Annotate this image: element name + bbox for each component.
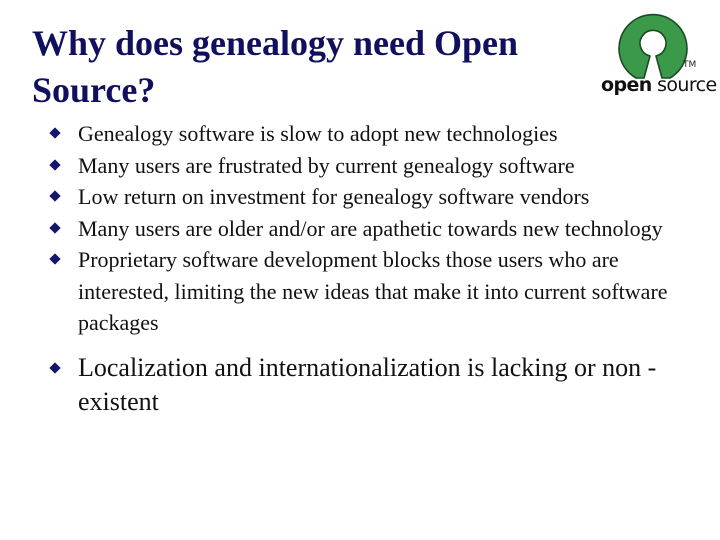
bullet-text: Many users are frustrated by current gen… xyxy=(78,152,575,178)
diamond-bullet-icon xyxy=(49,221,61,234)
bullet-text: Proprietary software development blocks … xyxy=(78,247,668,335)
bullet-text: Genealogy software is slow to adopt new … xyxy=(78,121,558,146)
bullet-item: Many users are frustrated by current gen… xyxy=(0,150,720,182)
diamond-bullet-icon xyxy=(49,190,61,202)
bullet-list: Genealogy software is slow to adopt new … xyxy=(0,118,720,419)
diamond-bullet-icon xyxy=(49,158,61,171)
bullet-text: Localization and internationalization is… xyxy=(78,352,657,416)
bullet-item: Low return on investment for genealogy s… xyxy=(0,181,720,213)
diamond-bullet-icon xyxy=(49,127,61,139)
trademark-symbol: TM xyxy=(683,60,697,70)
bullet-item: Localization and internationalization is… xyxy=(0,351,720,419)
bullet-text: Low return on investment for genealogy s… xyxy=(78,184,590,209)
bullet-text: Many users are older and/or are apatheti… xyxy=(78,215,663,241)
diamond-bullet-icon xyxy=(49,253,61,265)
diamond-bullet-icon xyxy=(49,361,61,374)
open-source-wordmark: open source xyxy=(601,74,717,96)
bullet-item: Genealogy software is slow to adopt new … xyxy=(0,118,720,150)
keyhole-ring xyxy=(618,13,688,79)
bullet-item: Many users are older and/or are apatheti… xyxy=(0,213,720,245)
slide-title: Why does genealogy need Open Source? xyxy=(32,23,519,110)
bullet-item: Proprietary software development blocks … xyxy=(0,244,720,339)
